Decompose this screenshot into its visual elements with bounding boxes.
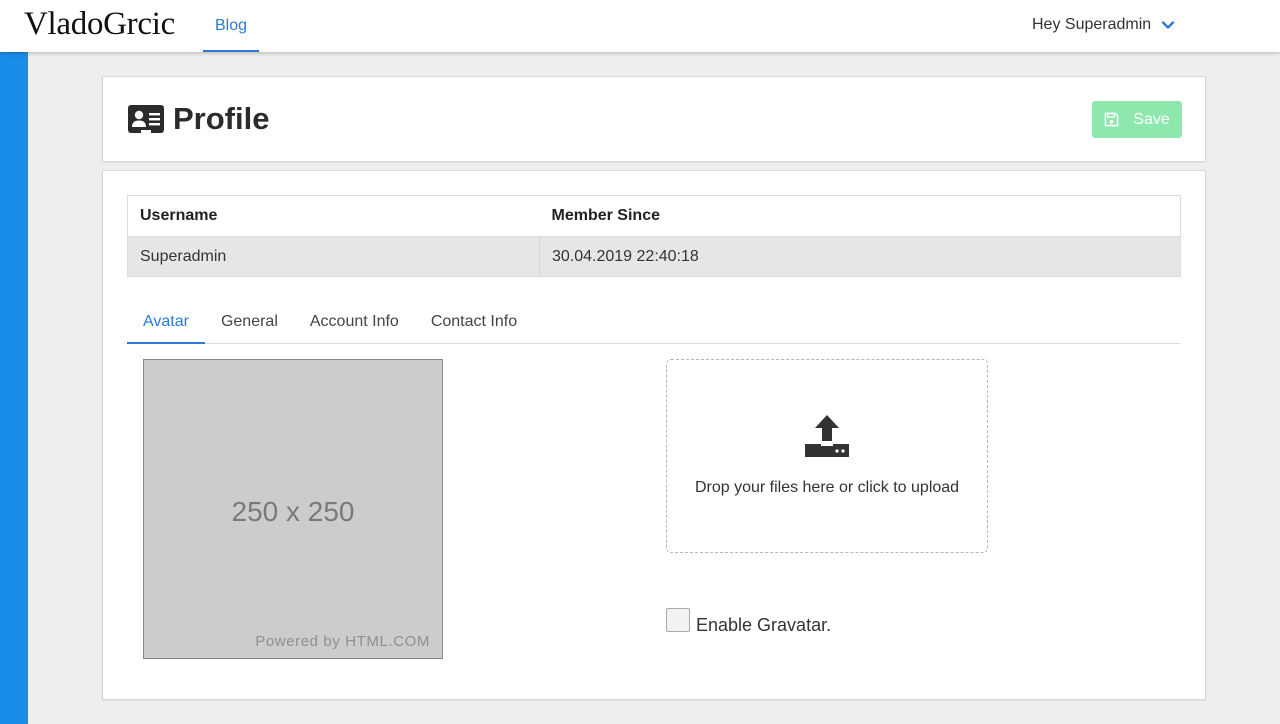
page-title: Profile — [173, 101, 270, 136]
table-row: Superadmin 30.04.2019 22:40:18 — [127, 236, 1181, 277]
tab-contact-info[interactable]: Contact Info — [415, 301, 533, 344]
avatar-size-text: 250 x 250 — [231, 496, 355, 527]
user-menu[interactable]: Hey Superadmin — [1032, 16, 1175, 34]
user-greeting: Hey Superadmin — [1032, 16, 1152, 33]
save-icon — [1104, 112, 1119, 127]
enable-gravatar-checkbox[interactable] — [666, 607, 690, 632]
brand-logo[interactable]: VladoGrcic — [24, 6, 175, 43]
upload-icon — [805, 415, 849, 457]
profile-tabs: Avatar General Account Info Contact Info — [127, 301, 1181, 344]
tab-general[interactable]: General — [205, 301, 294, 344]
tab-account-info[interactable]: Account Info — [294, 301, 415, 344]
enable-gravatar-label[interactable]: Enable Gravatar. — [696, 615, 831, 636]
top-navbar: VladoGrcic Blog Hey Superadmin — [0, 0, 1280, 52]
sidebar — [0, 52, 28, 724]
chevron-down-icon — [1161, 21, 1175, 29]
profile-info-table: Username Member Since Superadmin 30.04.2… — [127, 195, 1181, 277]
id-card-icon — [128, 105, 164, 133]
upload-instructions: Drop your files here or click to upload — [694, 479, 960, 496]
column-header-username: Username — [127, 195, 540, 237]
member-since-cell: 30.04.2019 22:40:18 — [539, 236, 1181, 277]
page-title-wrap: Profile — [127, 101, 269, 137]
username-cell: Superadmin — [127, 236, 540, 277]
column-header-member-since: Member Since — [539, 195, 1181, 237]
upload-dropzone[interactable]: Drop your files here or click to upload — [666, 359, 988, 553]
save-button[interactable]: Save — [1092, 101, 1182, 138]
profile-body-card: Username Member Since Superadmin 30.04.2… — [102, 170, 1206, 700]
avatar-powered-by: Powered by HTML.COM — [255, 633, 430, 650]
nav-link-blog[interactable]: Blog — [203, 0, 259, 52]
save-button-label: Save — [1133, 110, 1170, 128]
avatar-placeholder-image: 250 x 250 Powered by HTML.COM — [143, 359, 443, 659]
tab-avatar[interactable]: Avatar — [127, 301, 205, 344]
gravatar-option: Enable Gravatar. — [666, 603, 831, 636]
profile-header-card: Profile Save — [102, 76, 1206, 162]
